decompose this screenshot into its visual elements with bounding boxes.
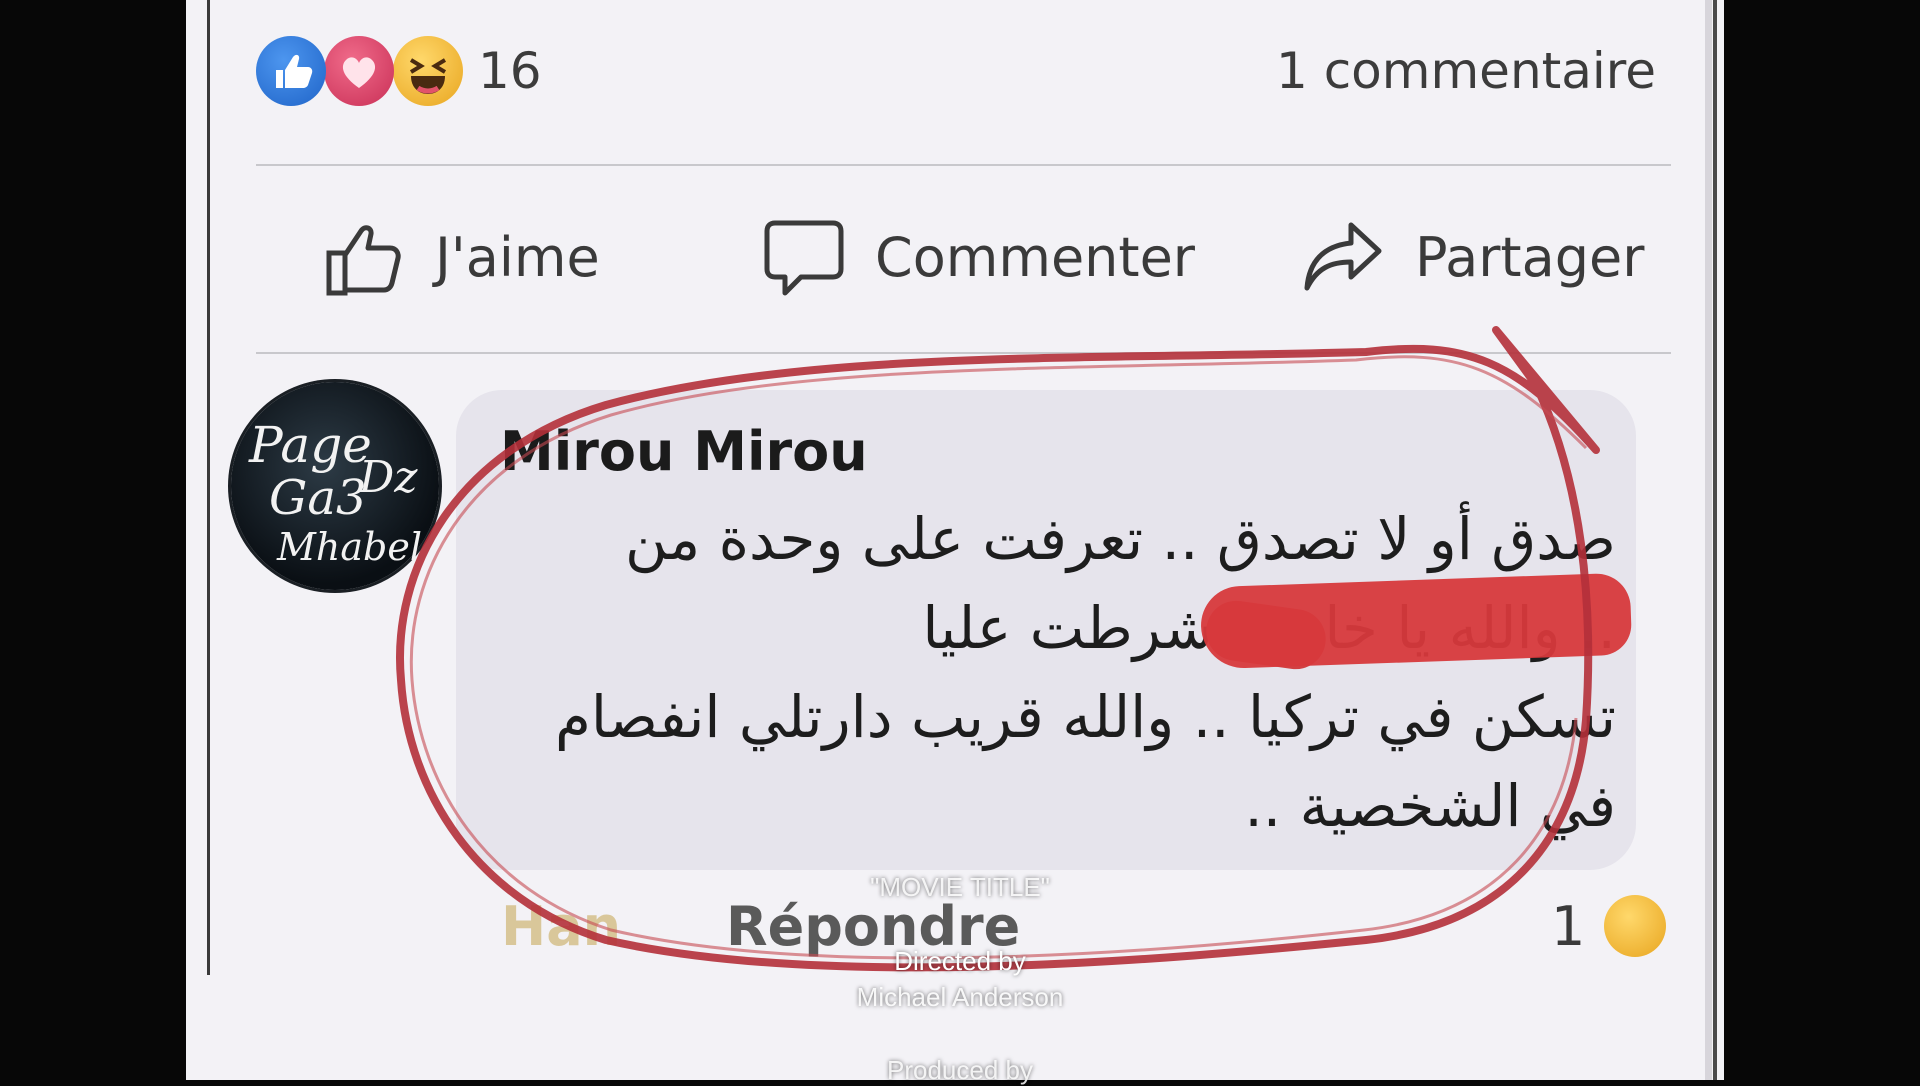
- comment-button[interactable]: Commenter: [761, 210, 1195, 305]
- comment-author[interactable]: Mirou Mirou: [500, 420, 868, 483]
- credit-title: "MOVIE TITLE": [870, 872, 1050, 902]
- haha-reaction-icon: [393, 36, 463, 106]
- thumbs-up-icon: [321, 213, 407, 303]
- comment-button-label: Commenter: [875, 226, 1195, 289]
- frame-edge-right: [1705, 0, 1712, 1080]
- comment-line: في الشخصية ..: [1244, 772, 1616, 840]
- comment-text: صدق أو لا تصدق .. تعرفت على وحدة من .. و…: [506, 495, 1616, 851]
- credit-directed-by: Directed by: [894, 946, 1026, 976]
- like-reaction-icon: [256, 36, 326, 106]
- avatar[interactable]: Page Dz Ga3 Mhabel: [231, 382, 439, 590]
- comment-line: صدق أو لا تصدق .. تعرفت على وحدة من: [624, 505, 1616, 573]
- avatar-text-ga3: Ga3: [269, 470, 367, 526]
- frame-edge-left: [207, 0, 210, 975]
- like-button[interactable]: J'aime: [321, 210, 600, 305]
- reaction-count: 16: [478, 42, 542, 100]
- like-button-label: J'aime: [435, 226, 600, 289]
- reactions-summary[interactable]: 16 1 commentaire: [256, 32, 1676, 112]
- share-button-label: Partager: [1415, 226, 1645, 289]
- love-reaction-icon: [324, 36, 394, 106]
- post-screenshot: 16 1 commentaire J'aime Commenter Partag…: [186, 0, 1724, 1080]
- share-arrow-icon: [1301, 213, 1387, 303]
- avatar-text-dz: Dz: [358, 452, 418, 503]
- credit-produced-by: Produced by: [887, 1055, 1033, 1085]
- share-button[interactable]: Partager: [1301, 210, 1644, 305]
- comment-count-link[interactable]: 1 commentaire: [1276, 42, 1656, 100]
- avatar-text-page: Page: [248, 416, 372, 474]
- credit-director-name: Michael Anderson: [856, 982, 1064, 1012]
- comment-line: تسكن في تركيا .. والله قريب دارتلي انفصا…: [554, 683, 1616, 751]
- avatar-text-mhabel: Mhabel: [276, 525, 422, 569]
- speech-bubble-icon: [761, 213, 847, 303]
- redaction-mark: [1199, 572, 1633, 670]
- divider: [256, 164, 1671, 166]
- divider: [256, 352, 1671, 354]
- frame-edge-right-dark: [1713, 0, 1717, 1080]
